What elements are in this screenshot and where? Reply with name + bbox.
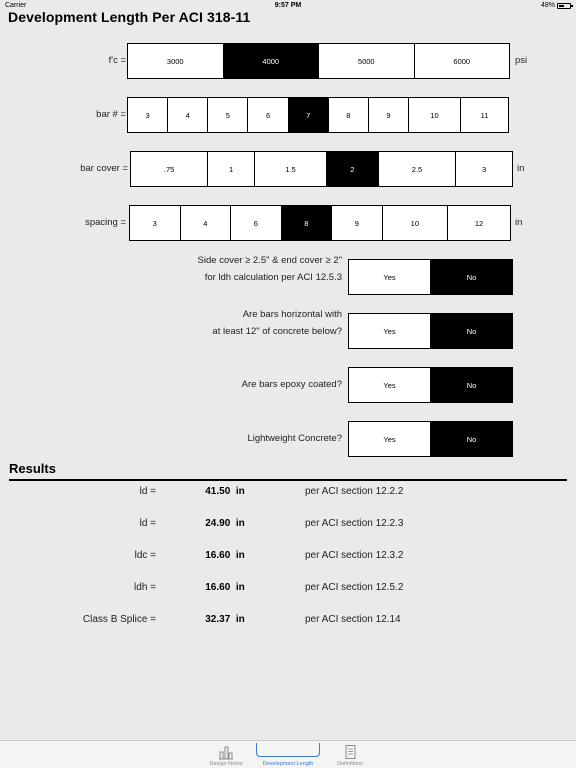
bar-selector: 3 4 5 6 7 8 9 10 11 [127,97,509,133]
result-reference: per ACI section 12.2.2 [305,486,404,497]
horizontal-bars-question-line2: at least 12" of concrete below? [212,326,342,337]
lightweight-no-button[interactable]: No [431,422,512,456]
epoxy-no-button[interactable]: No [431,368,512,402]
fc-selector: 3000 4000 5000 6000 [127,43,510,79]
result-label: ld = [139,518,156,529]
battery-percent: 48% [540,2,555,9]
results-divider [9,479,567,481]
cover-option-1[interactable]: 1 [208,152,255,186]
cover-option-25[interactable]: 2.5 [379,152,457,186]
epoxy-question: Are bars epoxy coated? [241,379,342,390]
cover-unit: in [517,163,525,174]
result-label: ldh = [134,582,156,593]
horizontal-bars-question: Are bars horizontal with at least 12" of… [150,306,342,340]
cover-label: bar cover = [80,163,128,174]
spacing-option-8[interactable]: 8 [281,206,333,240]
tab-definitions[interactable]: Definitions [310,741,390,768]
fc-option-6000[interactable]: 6000 [415,44,510,78]
epoxy-yes-button[interactable]: Yes [349,368,431,402]
spacing-option-12[interactable]: 12 [448,206,510,240]
lightweight-yes-button[interactable]: Yes [349,422,431,456]
spacing-option-4[interactable]: 4 [181,206,232,240]
cover-selector: .75 1 1.5 2 2.5 3 [130,151,513,187]
result-label: ldc = [134,550,156,561]
side-cover-question-line2: for ldh calculation per ACI 12.5.3 [204,272,342,283]
side-cover-question: Side cover ≥ 2.5" & end cover ≥ 2" for l… [150,252,342,286]
spacing-option-10[interactable]: 10 [383,206,449,240]
bar-option-4[interactable]: 4 [168,98,209,132]
results-title: Results [9,461,56,476]
result-reference: per ACI section 12.14 [305,614,401,625]
horizontal-bars-question-line1: Are bars horizontal with [242,309,342,320]
tab-design-notes-label: Design Notes [209,761,243,767]
spacing-selector: 3 4 6 8 9 10 12 [129,205,511,241]
side-cover-toggle: Yes No [348,259,513,295]
side-cover-yes-button[interactable]: Yes [349,260,431,294]
fc-option-5000[interactable]: 5000 [319,44,415,78]
horizontal-bars-yes-button[interactable]: Yes [349,314,431,348]
result-value: 24.90 in [205,518,245,529]
result-row: Class B Splice = 32.37 in per ACI sectio… [0,614,576,628]
tab-definitions-label: Definitions [337,761,363,767]
spacing-option-3[interactable]: 3 [130,206,181,240]
result-reference: per ACI section 12.3.2 [305,550,404,561]
lightweight-toggle: Yes No [348,421,513,457]
spacing-option-6[interactable]: 6 [231,206,282,240]
fc-option-3000[interactable]: 3000 [128,44,224,78]
fc-option-4000[interactable]: 4000 [223,44,319,78]
epoxy-toggle: Yes No [348,367,513,403]
page-title: Development Length Per ACI 318-11 [8,9,251,25]
cover-option-2[interactable]: 2 [327,152,379,186]
side-cover-no-button[interactable]: No [431,260,512,294]
bar-option-5[interactable]: 5 [208,98,249,132]
spacing-label: spacing = [85,217,126,228]
spacing-option-9[interactable]: 9 [332,206,383,240]
fc-label: f'c = [108,55,126,66]
bar-option-3[interactable]: 3 [128,98,169,132]
horizontal-bars-no-button[interactable]: No [431,314,512,348]
result-row: ldh = 16.60 in per ACI section 12.5.2 [0,582,576,596]
result-label: Class B Splice = [82,614,156,625]
result-row: ld = 24.90 in per ACI section 12.2.3 [0,518,576,532]
horizontal-bars-toggle: Yes No [348,313,513,349]
bar-option-8[interactable]: 8 [329,98,369,132]
result-row: ld = 41.50 in per ACI section 12.2.2 [0,486,576,500]
result-label: ld = [139,486,156,497]
result-reference: per ACI section 12.2.3 [305,518,404,529]
spacing-unit: in [515,217,523,228]
cover-option-075[interactable]: .75 [131,152,209,186]
bar-option-11[interactable]: 11 [461,98,508,132]
fc-unit: psi [515,55,528,66]
side-cover-question-line1: Side cover ≥ 2.5" & end cover ≥ 2" [197,255,342,266]
bar-option-10[interactable]: 10 [409,98,461,132]
cover-option-15[interactable]: 1.5 [255,152,328,186]
result-row: ldc = 16.60 in per ACI section 12.3.2 [0,550,576,564]
bar-option-7[interactable]: 7 [288,98,329,132]
battery-icon [557,3,573,9]
tab-development-length-label: Development Length [262,761,314,767]
bar-option-9[interactable]: 9 [369,98,410,132]
result-value: 32.37 in [205,614,245,625]
design-notes-icon [219,746,233,760]
bar-label: bar # = [96,109,126,120]
result-value: 16.60 in [205,550,245,561]
lightweight-question: Lightweight Concrete? [247,433,342,444]
result-value: 16.60 in [205,582,245,593]
tab-bar: Design Notes Development Length Definiti… [0,740,576,768]
bar-option-6[interactable]: 6 [248,98,289,132]
battery-status: 48% [540,0,573,12]
cover-option-3[interactable]: 3 [456,152,512,186]
result-reference: per ACI section 12.5.2 [305,582,404,593]
result-value: 41.50 in [205,486,245,497]
definitions-icon [345,745,356,759]
